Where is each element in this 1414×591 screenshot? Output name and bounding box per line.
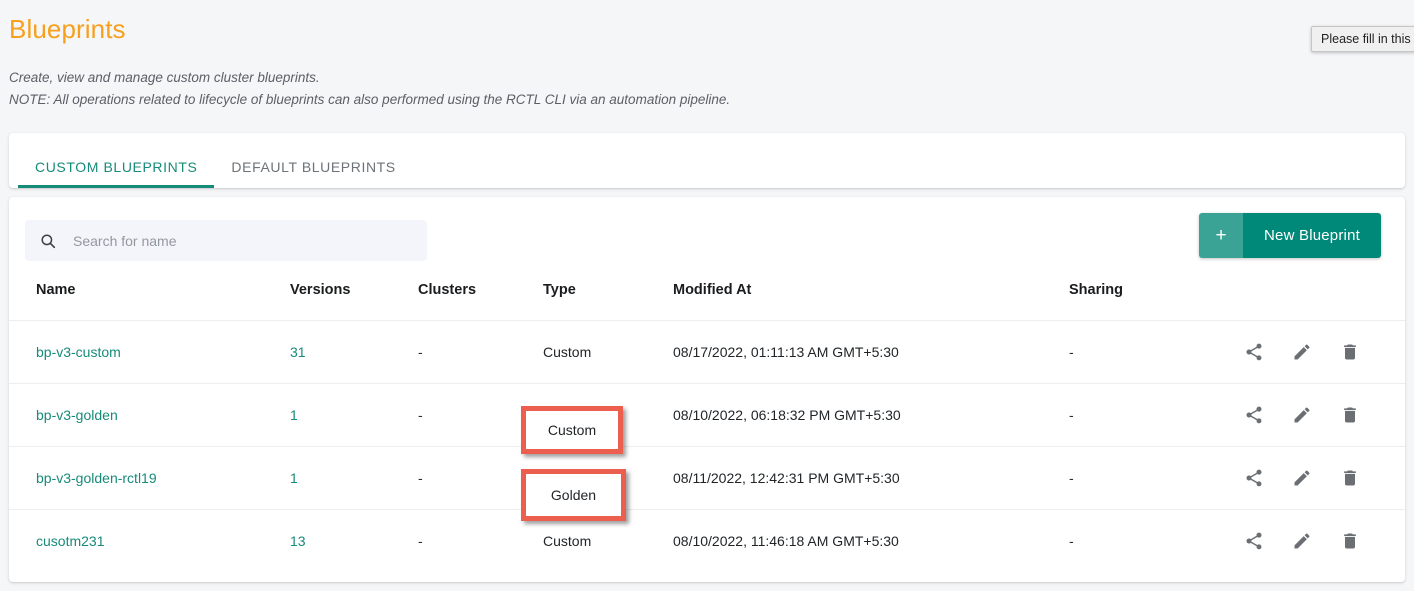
blueprint-type: Custom xyxy=(543,533,592,550)
delete-icon[interactable] xyxy=(1340,531,1360,551)
blueprint-sharing: - xyxy=(1069,407,1074,423)
tabs-card: CUSTOM BLUEPRINTS DEFAULT BLUEPRINTS xyxy=(9,133,1405,188)
tab-bar: CUSTOM BLUEPRINTS DEFAULT BLUEPRINTS xyxy=(9,133,1405,188)
page-header: Blueprints Create, view and manage custo… xyxy=(9,0,1405,111)
blueprint-versions-link[interactable]: 1 xyxy=(290,407,298,423)
table-header: Name Versions Clusters Type Modified At … xyxy=(9,282,1405,321)
search-box[interactable] xyxy=(25,220,427,261)
blueprint-name-link[interactable]: bp-v3-golden-rctl19 xyxy=(36,470,157,486)
blueprint-type: Golden xyxy=(543,470,589,486)
tab-custom-blueprints[interactable]: CUSTOM BLUEPRINTS xyxy=(18,159,215,188)
blueprint-modified-at: 08/10/2022, 11:46:18 AM GMT+5:30 xyxy=(673,533,899,550)
blueprints-table-card: + New Blueprint Name Versions Clusters T… xyxy=(9,197,1405,582)
row-actions xyxy=(1244,405,1405,425)
blueprint-modified-at: 08/10/2022, 06:18:32 PM GMT+5:30 xyxy=(673,407,901,423)
edit-icon[interactable] xyxy=(1292,342,1312,362)
column-header-name: Name xyxy=(36,282,76,298)
page-description-line-1: Create, view and manage custom cluster b… xyxy=(9,70,320,85)
delete-icon[interactable] xyxy=(1340,468,1360,488)
column-header-clusters: Clusters xyxy=(418,282,477,298)
table-row: bp-v3-golden 1 - Custom 08/10/2022, 06:1… xyxy=(9,383,1405,447)
column-header-actions xyxy=(1244,282,1405,321)
share-icon[interactable] xyxy=(1244,468,1264,488)
blueprint-type: Custom xyxy=(543,407,592,423)
search-input[interactable] xyxy=(71,231,401,250)
table-row: bp-v3-custom 31 - Custom 08/17/2022, 01:… xyxy=(9,320,1405,384)
table-row: bp-v3-golden-rctl19 1 - Golden 08/11/202… xyxy=(9,446,1405,510)
delete-icon[interactable] xyxy=(1340,405,1360,425)
column-header-sharing: Sharing xyxy=(1069,282,1123,298)
table-body: bp-v3-custom 31 - Custom 08/17/2022, 01:… xyxy=(9,320,1405,573)
share-icon[interactable] xyxy=(1244,342,1264,362)
blueprint-clusters: - xyxy=(418,470,423,486)
edit-icon[interactable] xyxy=(1292,468,1312,488)
blueprint-versions-link[interactable]: 13 xyxy=(290,533,306,549)
column-header-type: Type xyxy=(543,282,576,298)
blueprint-versions-link[interactable]: 1 xyxy=(290,470,298,486)
blueprint-name-link[interactable]: cusotm231 xyxy=(36,533,104,549)
column-header-modified-at: Modified At xyxy=(673,282,752,298)
share-icon[interactable] xyxy=(1244,531,1264,551)
tab-default-blueprints[interactable]: DEFAULT BLUEPRINTS xyxy=(214,159,412,188)
blueprint-modified-at: 08/11/2022, 12:42:31 PM GMT+5:30 xyxy=(673,470,900,486)
blueprint-name-link[interactable]: bp-v3-custom xyxy=(36,344,121,360)
blueprints-table: Name Versions Clusters Type Modified At … xyxy=(9,282,1405,573)
page-description-line-2: NOTE: All operations related to lifecycl… xyxy=(9,91,731,107)
plus-icon: + xyxy=(1199,213,1244,258)
row-actions xyxy=(1244,342,1405,362)
row-actions xyxy=(1244,468,1405,488)
page-root: Blueprints Create, view and manage custo… xyxy=(0,0,1414,591)
column-header-versions: Versions xyxy=(290,282,351,298)
edit-icon[interactable] xyxy=(1292,531,1312,551)
blueprint-sharing: - xyxy=(1069,533,1074,550)
table-row: cusotm231 13 - Custom 08/10/2022, 11:46:… xyxy=(9,509,1405,573)
edit-icon[interactable] xyxy=(1292,405,1312,425)
blueprint-clusters: - xyxy=(418,407,423,423)
blueprint-modified-at: 08/17/2022, 01:11:13 AM GMT+5:30 xyxy=(673,344,899,360)
delete-icon[interactable] xyxy=(1340,342,1360,362)
blueprint-sharing: - xyxy=(1069,344,1074,360)
validation-tooltip: Please fill in this field xyxy=(1311,26,1414,52)
table-header-row: Name Versions Clusters Type Modified At … xyxy=(9,282,1405,321)
blueprint-sharing: - xyxy=(1069,470,1074,486)
page-title: Blueprints xyxy=(9,14,126,44)
blueprint-clusters: - xyxy=(418,344,423,360)
page-description: Create, view and manage custom cluster b… xyxy=(9,67,1405,111)
new-blueprint-label: New Blueprint xyxy=(1243,213,1381,258)
row-actions xyxy=(1244,531,1405,551)
blueprint-versions-link[interactable]: 31 xyxy=(290,344,306,360)
new-blueprint-button[interactable]: + New Blueprint xyxy=(1199,213,1381,258)
blueprint-type: Custom xyxy=(543,344,592,360)
table-toolbar: + New Blueprint xyxy=(9,197,1405,282)
search-icon xyxy=(39,232,57,250)
validation-tooltip-text: Please fill in this field xyxy=(1321,32,1414,46)
share-icon[interactable] xyxy=(1244,405,1264,425)
blueprint-clusters: - xyxy=(418,533,423,550)
blueprint-name-link[interactable]: bp-v3-golden xyxy=(36,407,118,423)
